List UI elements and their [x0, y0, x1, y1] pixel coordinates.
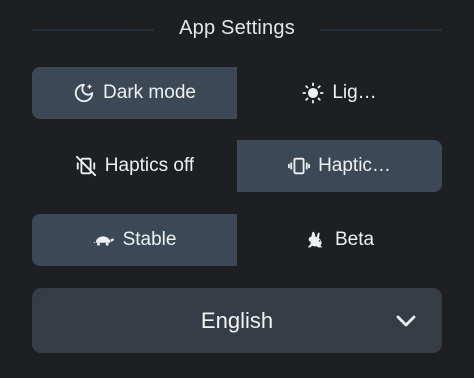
haptics-segmented-control: Haptics off Haptic…	[32, 140, 442, 192]
vibration-off-icon	[75, 155, 97, 177]
channel-option-stable-label: Stable	[122, 229, 177, 250]
theme-option-dark[interactable]: Dark mode	[32, 67, 237, 119]
vibration-icon	[288, 155, 311, 177]
chevron-down-icon	[394, 309, 418, 333]
divider-right	[320, 29, 442, 31]
haptics-option-off-label: Haptics off	[104, 155, 195, 176]
language-selected-value: English	[200, 308, 274, 333]
language-dropdown[interactable]: English	[32, 288, 442, 353]
rabbit-icon	[305, 229, 327, 251]
theme-option-dark-label: Dark mode	[103, 82, 196, 103]
haptics-option-on-label: Haptic…	[318, 155, 391, 176]
moon-icon	[73, 82, 95, 104]
theme-option-light-label: Lig…	[332, 82, 377, 103]
channel-option-beta[interactable]: Beta	[237, 214, 442, 266]
haptics-option-on[interactable]: Haptic…	[237, 140, 442, 192]
settings-screen: App Settings Dark mode Lig… Haptics off …	[0, 0, 474, 378]
section-header: App Settings	[32, 14, 442, 48]
theme-option-light[interactable]: Lig…	[237, 67, 442, 119]
sun-icon	[302, 82, 324, 104]
turtle-icon	[93, 229, 115, 251]
channel-option-stable[interactable]: Stable	[32, 214, 237, 266]
channel-segmented-control: Stable Beta	[32, 214, 442, 266]
channel-option-beta-label: Beta	[334, 229, 375, 250]
haptics-option-off[interactable]: Haptics off	[32, 140, 237, 192]
theme-segmented-control: Dark mode Lig…	[32, 67, 442, 119]
